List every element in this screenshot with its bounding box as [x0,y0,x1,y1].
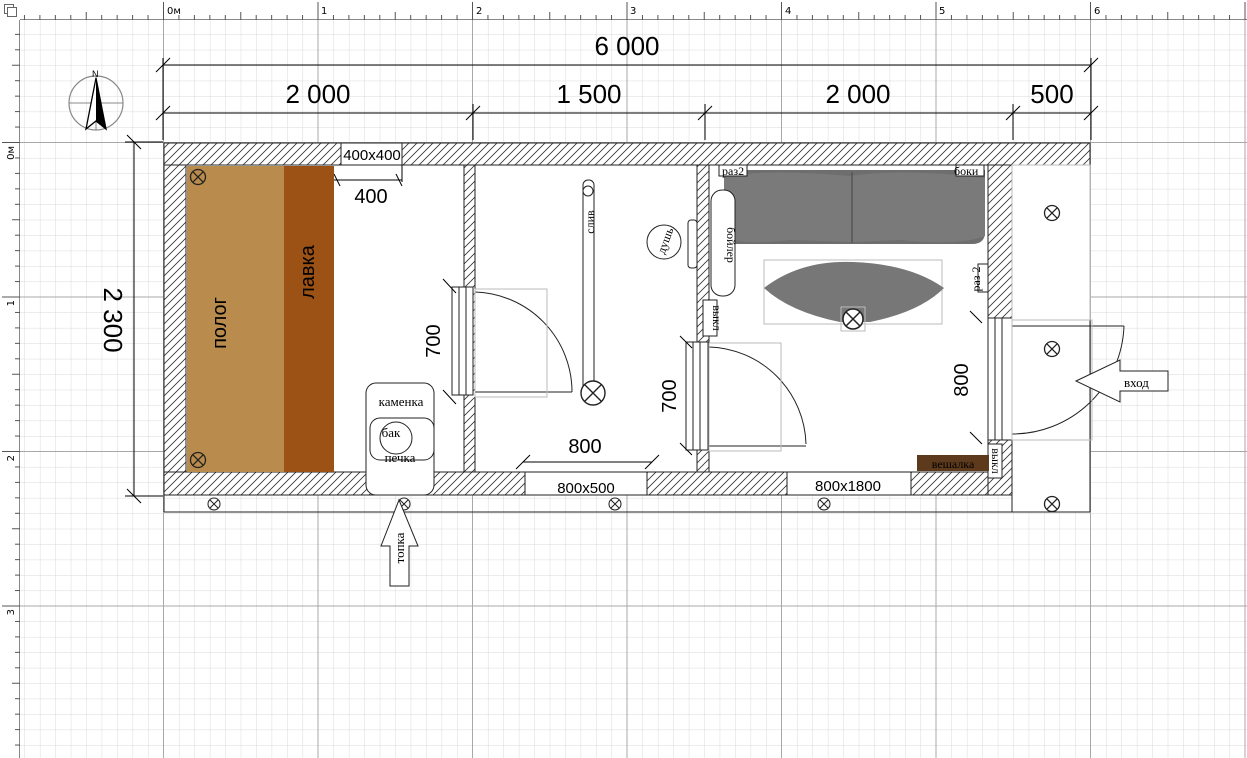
switch-vykl-1-label: выкл [710,305,724,331]
ruler-top-mark-5: 5 [939,6,945,17]
window-wash-label: 800x500 [557,480,615,497]
lavka-label: лавка [297,244,319,299]
ruler-left-mark-1: 1 [6,300,17,306]
switch-vykl-1[interactable]: выкл [702,299,724,337]
ruler-top-mark-0: 0м [167,6,181,17]
vent-width-dim: 400 [354,186,387,208]
stove-pechka-label: печка [385,450,416,465]
dim-segment-1[interactable]: 2 000 [285,79,350,109]
lavka-bench[interactable]: лавка [284,166,334,472]
boiler[interactable]: бойлер [710,189,738,297]
dim-segment-3[interactable]: 2 000 [825,79,890,109]
stove-bak-label: бак [382,425,401,440]
svg-text:N: N [92,69,99,79]
ruler-top-mark-2: 2 [476,6,482,17]
window-wash[interactable]: 800x500 [524,471,648,497]
wall-west[interactable] [163,164,187,473]
socket-raz-1-label: раз2 [722,164,744,178]
width-800-dim-label: 800 [568,436,601,458]
socket-boki-label: боки [954,164,979,178]
dim-total-width[interactable]: 6 000 [594,31,659,61]
drain-icon[interactable] [580,380,606,406]
dim-segment-4[interactable]: 500 [1030,79,1073,109]
window-rest-label: 800x1800 [815,478,881,495]
stove-kamenka-label: каменка [379,394,424,409]
floor-plan-canvas[interactable]: 0м 1 2 3 4 5 6 0м 1 2 3 N 6 000 2 000 1 … [0,0,1247,758]
door-wash-dim: 700 [659,379,681,412]
door-sauna-dim: 700 [423,324,445,357]
switch-vykl-2-label: выкл [989,448,1003,474]
dim-segment-2[interactable]: 1 500 [556,79,621,109]
coat-hanger-label: вешалка [932,457,975,471]
boiler-label: бойлер [724,227,738,263]
entry-arrow-label: вход [1124,375,1149,390]
sofa[interactable] [724,170,985,244]
socket-boki[interactable]: боки [954,164,985,178]
socket-raz-2-label: раз 2 [969,266,983,291]
ruler-left-mark-0: 0м [6,146,17,160]
ruler-left-mark-3: 3 [6,609,17,615]
polog-label: полог [209,297,231,349]
dim-total-height[interactable]: 2 300 [98,287,128,352]
wall-north[interactable] [163,142,1091,166]
ruler-left-mark-2: 2 [6,455,17,461]
switch-vykl-2[interactable]: выкл [987,443,1003,479]
drain-sliv-label: слив [583,210,597,234]
ruler-top-mark-4: 4 [785,6,791,17]
ruler-top-mark-6: 6 [1094,6,1100,17]
polog-shelf[interactable]: полог [187,166,284,472]
ruler-top[interactable]: 0м 1 2 3 4 5 6 [0,0,1247,20]
ruler-left[interactable]: 0м 1 2 3 [0,0,20,758]
ruler-top-mark-3: 3 [630,6,636,17]
ruler-top-mark-1: 1 [321,6,327,17]
coat-hanger[interactable]: вешалка [917,455,989,471]
vent-opening-label: 400x400 [343,147,401,164]
stove[interactable]: каменка бак печка [365,382,435,496]
firebox-label: топка [392,532,407,563]
door-entry-dim: 800 [951,363,973,396]
socket-raz-2[interactable]: раз 2 [969,263,989,293]
socket-raz-1[interactable]: раз2 [718,164,748,178]
window-rest[interactable]: 800x1800 [786,471,912,496]
ruler-corner[interactable] [0,0,20,20]
